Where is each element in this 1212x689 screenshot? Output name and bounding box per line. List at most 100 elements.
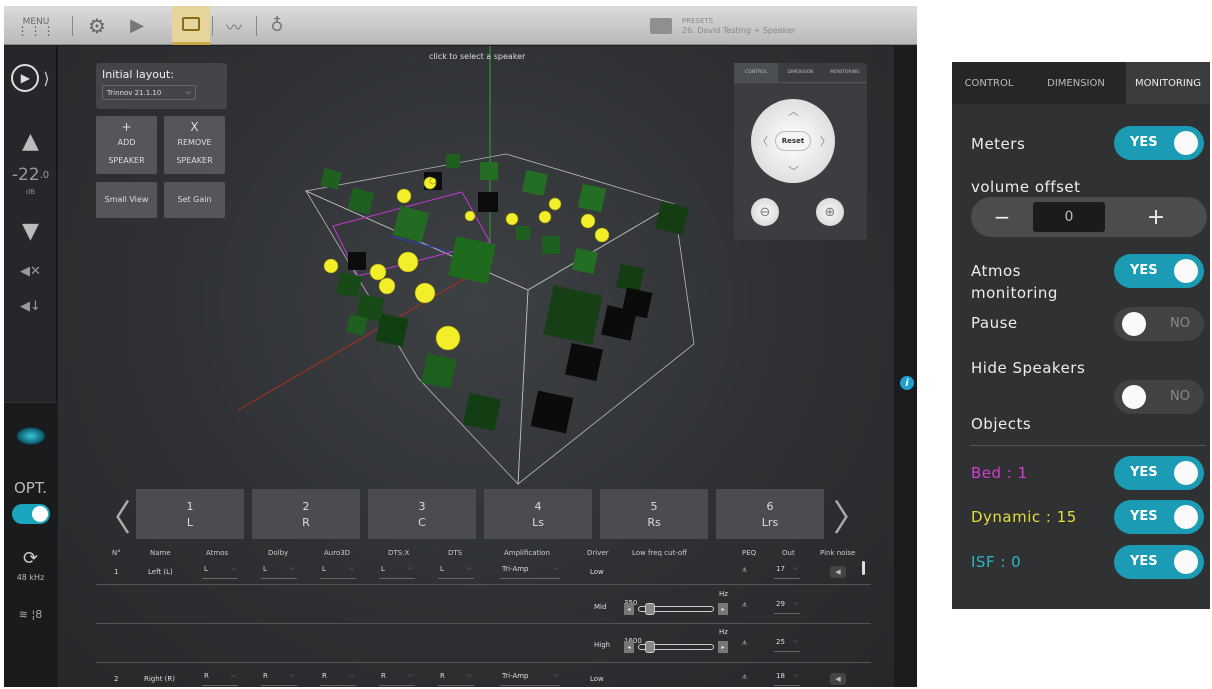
increase-button[interactable]: ▸	[718, 641, 728, 653]
speaker-cube[interactable]	[565, 343, 603, 381]
object-sphere[interactable]	[580, 213, 596, 229]
speaker-tab-1[interactable]: 1L	[136, 489, 244, 539]
microphone-tab-button[interactable]: ♁	[264, 6, 290, 45]
slider-knob[interactable]	[644, 603, 655, 615]
speaker-tab-2[interactable]: 2R	[252, 489, 360, 539]
remove-speaker-button[interactable]: X REMOVE SPEAKER	[164, 116, 225, 174]
peq-icon[interactable]: ⩚	[742, 672, 747, 682]
optimizer-toggle[interactable]	[4, 502, 57, 526]
add-speaker-button[interactable]: + ADD SPEAKER	[96, 116, 157, 174]
info-icon[interactable]: i	[900, 376, 914, 390]
speaker-cube[interactable]	[480, 162, 498, 180]
volume-up-button[interactable]: ▲	[4, 126, 57, 156]
object-sphere[interactable]	[505, 212, 519, 226]
speaker-cube[interactable]	[478, 192, 498, 212]
dynamic-toggle[interactable]: YES	[1114, 500, 1204, 534]
prev-speakers-button[interactable]: 〈	[95, 489, 131, 541]
set-gain-button[interactable]: Set Gain	[164, 182, 225, 218]
measurement-tab-button[interactable]: 〰	[216, 6, 252, 45]
speaker-cube[interactable]	[347, 187, 375, 215]
auro3d-select[interactable]: R	[320, 671, 356, 686]
speaker-cube[interactable]	[448, 236, 496, 284]
out-select[interactable]: 17	[774, 564, 800, 579]
pause-toggle[interactable]: NO	[1114, 307, 1204, 341]
object-sphere[interactable]	[397, 251, 419, 273]
zoom-in-button[interactable]: ⊕	[816, 198, 844, 226]
peq-icon[interactable]: ⩚	[742, 638, 747, 648]
out-select[interactable]: 18	[774, 671, 800, 686]
object-sphere[interactable]	[369, 263, 387, 281]
speaker-tab-3[interactable]: 3C	[368, 489, 476, 539]
speaker-cube[interactable]	[521, 169, 549, 197]
object-sphere[interactable]	[594, 227, 610, 243]
hide-speakers-toggle[interactable]: NO	[1114, 380, 1204, 414]
object-sphere[interactable]	[538, 210, 552, 224]
sync-button[interactable]: ⟳	[4, 546, 57, 570]
object-sphere[interactable]	[396, 188, 412, 204]
reset-button[interactable]: Reset	[775, 131, 811, 151]
peq-icon[interactable]: ⩚	[742, 600, 747, 610]
volume-down-button[interactable]: ▼	[4, 216, 57, 246]
pink-noise-button[interactable]: ◀	[830, 673, 846, 685]
tab-control[interactable]: CONTROL	[734, 63, 779, 82]
tab-dimension[interactable]: DIMENSION	[778, 63, 822, 82]
speaker-cube[interactable]	[421, 353, 457, 389]
settings-button[interactable]: ⚙	[80, 6, 114, 45]
speaker-cube[interactable]	[375, 313, 409, 347]
dolby-select[interactable]: R	[261, 671, 297, 686]
speaker-cube[interactable]	[348, 252, 366, 270]
decrease-button[interactable]: ◂	[624, 603, 634, 615]
isf-toggle[interactable]: YES	[1114, 545, 1204, 579]
dts-select[interactable]: L	[438, 564, 474, 579]
dim-button[interactable]: ◀↓	[4, 296, 57, 316]
speaker-cube[interactable]	[463, 393, 501, 431]
initial-layout-select[interactable]: Trinnov 21.1.10 ⌵	[102, 85, 196, 100]
speaker-cube[interactable]	[530, 390, 574, 434]
increase-button[interactable]: ▸	[718, 603, 728, 615]
mute-button[interactable]: ◀✕	[4, 261, 57, 281]
speaker-cube[interactable]	[516, 226, 530, 240]
play-tab-button[interactable]: ▶	[120, 6, 154, 45]
object-sphere[interactable]	[414, 282, 436, 304]
speaker-layout-tab-button[interactable]	[172, 6, 210, 45]
crossover-slider[interactable]: 350 Hz ◂▸	[624, 590, 728, 620]
atmos-monitoring-toggle[interactable]: YES	[1114, 254, 1204, 288]
speaker-cube[interactable]	[543, 285, 603, 345]
speaker-cube[interactable]	[571, 247, 599, 275]
atmos-select[interactable]: R	[202, 671, 238, 686]
speaker-cube[interactable]	[577, 183, 607, 213]
speaker-tab-4[interactable]: 4 Ls	[484, 489, 592, 539]
speaker-cube[interactable]	[654, 200, 690, 236]
dolby-select[interactable]: L	[261, 564, 297, 579]
tab-monitoring[interactable]: MONITORING	[823, 63, 867, 82]
visualizer-button[interactable]	[4, 416, 57, 456]
decrease-button[interactable]: ◂	[624, 641, 634, 653]
speaker-cube[interactable]	[615, 263, 645, 293]
amplification-select[interactable]: Tri-Amp	[500, 564, 560, 579]
dts-select[interactable]: R	[438, 671, 474, 686]
object-sphere[interactable]	[464, 210, 476, 222]
speaker-cube[interactable]	[446, 154, 460, 168]
atmos-select[interactable]: L	[202, 564, 238, 579]
auro3d-select[interactable]: L	[320, 564, 356, 579]
meters-toggle[interactable]: YES	[1114, 126, 1204, 160]
table-scrollbar[interactable]	[862, 561, 865, 575]
speaker-cube[interactable]	[335, 271, 363, 299]
dtsx-select[interactable]: R	[379, 671, 415, 686]
object-sphere[interactable]	[323, 258, 339, 274]
object-sphere[interactable]	[548, 197, 562, 211]
menu-button[interactable]: MENU ⋮⋮⋮	[4, 6, 68, 45]
object-sphere[interactable]	[429, 177, 437, 185]
small-view-button[interactable]: Small View	[96, 182, 157, 218]
speaker-cube[interactable]	[601, 305, 637, 341]
peq-icon[interactable]: ⩚	[742, 565, 747, 575]
out-select[interactable]: 29	[774, 599, 800, 614]
speaker-tab-6[interactable]: 6 Lrs	[716, 489, 824, 539]
slider-knob[interactable]	[644, 641, 655, 653]
tab-monitoring[interactable]: MONITORING	[1126, 62, 1210, 104]
presets-selector[interactable]: PRESETS 26. David Testing + Speaker	[650, 12, 850, 40]
rotation-joystick[interactable]: ︿ 〈 〉 ﹀ Reset	[751, 99, 835, 183]
next-speakers-button[interactable]: 〉	[833, 489, 869, 541]
speaker-tab-5[interactable]: 5 Rs	[600, 489, 708, 539]
object-sphere[interactable]	[435, 325, 461, 351]
